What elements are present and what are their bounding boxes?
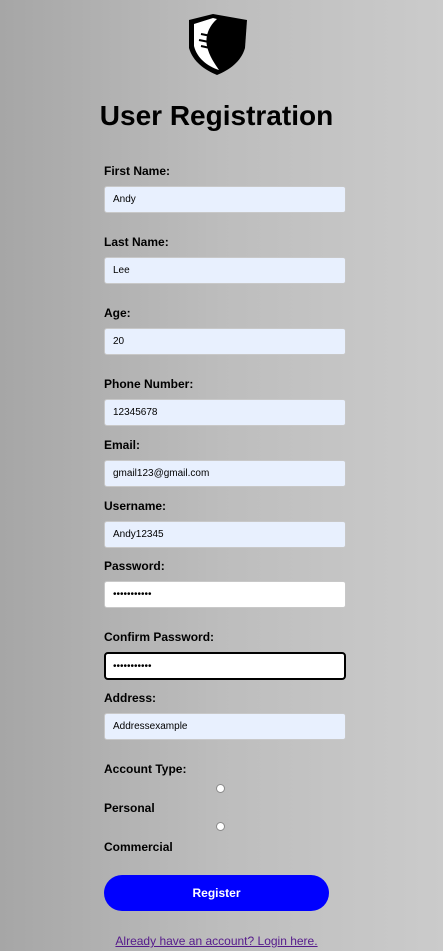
last-name-label: Last Name: — [104, 235, 169, 249]
age-label: Age: — [104, 306, 131, 320]
personal-radio-label: Personal — [104, 801, 155, 815]
commercial-radio[interactable] — [216, 822, 225, 831]
confirm-password-label: Confirm Password: — [104, 630, 215, 644]
age-input[interactable] — [104, 328, 346, 355]
username-label: Username: — [104, 499, 167, 513]
account-type-label: Account Type: — [104, 762, 187, 776]
phone-number-label: Phone Number: — [104, 377, 194, 391]
confirm-password-input[interactable] — [104, 652, 346, 680]
first-name-input[interactable] — [104, 186, 346, 213]
page-title: User Registration — [99, 100, 334, 131]
password-input[interactable] — [104, 581, 346, 608]
phone-number-input[interactable] — [104, 399, 346, 426]
password-label: Password: — [104, 559, 165, 573]
address-input[interactable] — [104, 713, 346, 740]
login-link[interactable]: Already have an account? Login here. — [0, 934, 433, 948]
personal-radio[interactable] — [216, 784, 225, 793]
email-input[interactable] — [104, 460, 346, 487]
address-label: Address: — [104, 691, 157, 705]
register-button[interactable]: Register — [104, 875, 329, 911]
first-name-label: First Name: — [104, 164, 171, 178]
commercial-radio-label: Commercial — [104, 840, 173, 854]
email-label: Email: — [104, 438, 141, 452]
shield-logo-icon — [189, 14, 247, 75]
username-input[interactable] — [104, 521, 346, 548]
last-name-input[interactable] — [104, 257, 346, 284]
